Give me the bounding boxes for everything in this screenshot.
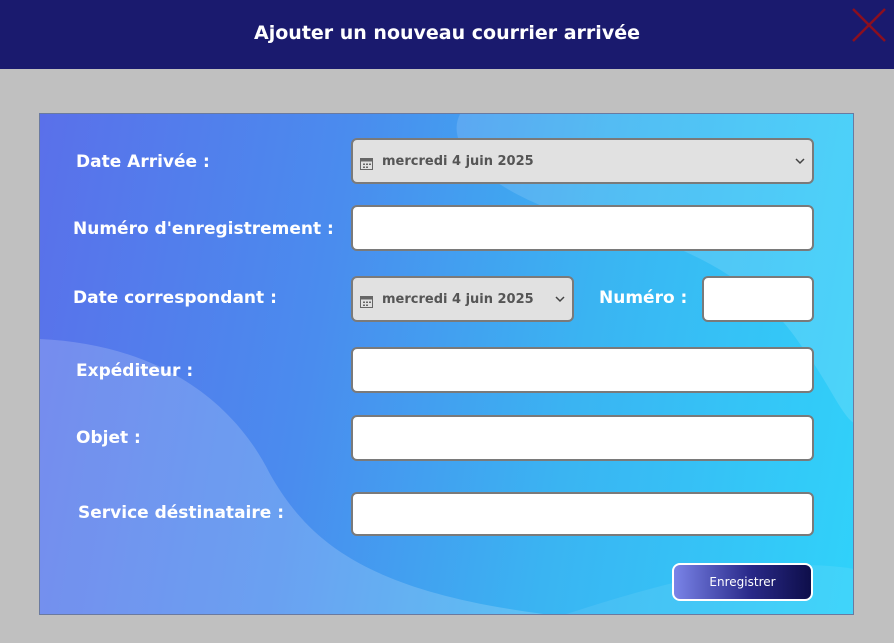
service-destinataire-input[interactable] xyxy=(351,492,814,536)
date-arrivee-value: mercredi 4 juin 2025 xyxy=(382,153,534,169)
date-arrivee-label: Date Arrivée : xyxy=(76,152,210,172)
numero-label: Numéro : xyxy=(599,288,688,308)
expediteur-input[interactable] xyxy=(351,347,814,393)
objet-input[interactable] xyxy=(351,415,814,461)
service-destinataire-label: Service déstinataire : xyxy=(78,503,284,523)
close-icon[interactable] xyxy=(850,6,888,44)
calendar-icon xyxy=(360,293,373,308)
date-arrivee-picker[interactable]: mercredi 4 juin 2025 xyxy=(351,138,814,184)
chevron-down-icon[interactable] xyxy=(555,295,565,303)
expediteur-label: Expéditeur : xyxy=(76,361,194,381)
save-button[interactable]: Enregistrer xyxy=(672,563,813,601)
numero-input[interactable] xyxy=(702,276,814,322)
window-title: Ajouter un nouveau courrier arrivée xyxy=(254,22,640,44)
objet-label: Objet : xyxy=(76,428,141,448)
calendar-icon xyxy=(360,155,373,170)
date-correspondant-label: Date correspondant : xyxy=(73,288,277,308)
numero-enregistrement-label: Numéro d'enregistrement : xyxy=(73,219,334,239)
date-correspondant-picker[interactable]: mercredi 4 juin 2025 xyxy=(351,276,574,322)
numero-enregistrement-input[interactable] xyxy=(351,205,814,251)
date-correspondant-value: mercredi 4 juin 2025 xyxy=(382,291,534,307)
chevron-down-icon[interactable] xyxy=(795,157,805,165)
form-panel: Date Arrivée : mercredi 4 juin 2025 Numé… xyxy=(39,113,854,615)
title-bar: Ajouter un nouveau courrier arrivée xyxy=(0,0,894,69)
